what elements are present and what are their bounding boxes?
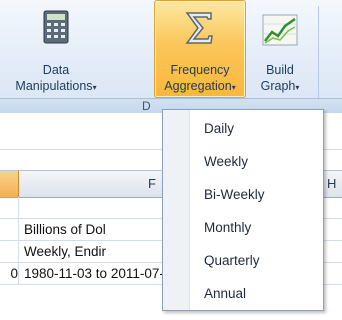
menu-item-bi-weekly[interactable]: Bi-Weekly (190, 182, 321, 208)
cell-e[interactable]: 0 (0, 263, 19, 284)
frequency-aggregation-label-2: Aggregation (164, 79, 232, 93)
ribbon: Data Manipulations▾ Frequency Aggregatio… (0, 0, 342, 113)
column-header-h[interactable]: H (321, 171, 342, 197)
data-manipulations-label-2: Manipulations (15, 79, 93, 93)
calculator-icon (43, 10, 69, 44)
cell-e[interactable] (0, 241, 19, 262)
menu-item-annual[interactable]: Annual (190, 281, 321, 307)
sigma-icon (185, 12, 213, 44)
column-header-e-selected[interactable] (0, 171, 19, 197)
frequency-aggregation-label-1: Frequency (170, 63, 230, 77)
build-graph-label-2: Graph (260, 79, 296, 93)
menu-icon-gutter (163, 110, 190, 310)
build-graph-button[interactable]: Build Graph▾ (248, 0, 312, 98)
cell-e[interactable] (0, 197, 19, 218)
cell-f[interactable]: Weekly, Endir (24, 241, 106, 262)
frequency-dropdown-menu: Daily Weekly Bi-Weekly Monthly Quarterly… (162, 109, 324, 311)
cell-e[interactable] (0, 219, 19, 240)
chevron-down-icon: ▾ (231, 83, 236, 92)
menu-item-monthly[interactable]: Monthly (190, 215, 321, 241)
data-manipulations-label-1: Data (42, 63, 70, 77)
menu-item-quarterly[interactable]: Quarterly (190, 248, 321, 274)
chevron-down-icon: ▾ (295, 83, 300, 92)
cell-f[interactable]: Billions of Dol (24, 219, 106, 240)
ribbon-group-separator (318, 6, 319, 102)
menu-item-daily[interactable]: Daily (190, 116, 321, 142)
data-manipulations-button[interactable]: Data Manipulations▾ (4, 0, 108, 98)
cell-f[interactable]: 1980-11-03 to 2011-07-10 (24, 263, 179, 284)
line-graph-icon (262, 14, 298, 46)
chevron-down-icon: ▾ (92, 83, 97, 92)
menu-item-weekly[interactable]: Weekly (190, 149, 321, 175)
build-graph-label-1: Build (266, 63, 294, 77)
frequency-aggregation-button[interactable]: Frequency Aggregation▾ (154, 0, 246, 98)
